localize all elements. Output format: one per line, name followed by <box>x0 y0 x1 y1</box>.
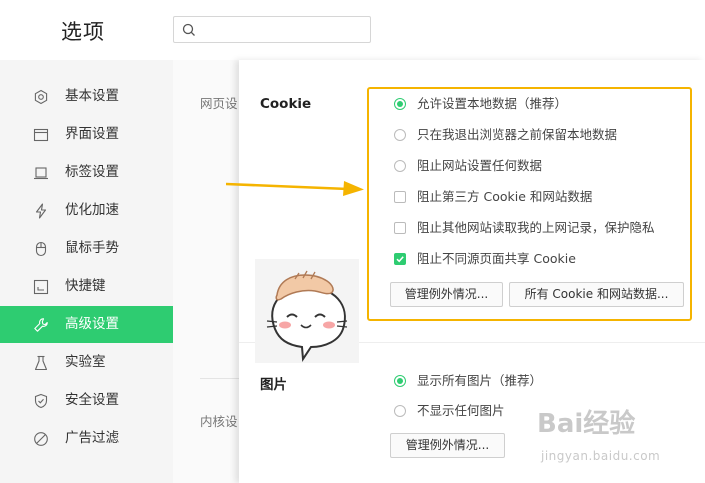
tab-icon <box>34 167 48 180</box>
cookie-section-title: Cookie <box>260 96 312 112</box>
sidebar-item-basic[interactable]: 基本设置 <box>0 78 173 115</box>
section-column: 网页设 内核设 <box>173 60 239 483</box>
sidebar-item-optimize[interactable]: 优化加速 <box>0 192 173 229</box>
sidebar-item-advanced[interactable]: 高级设置 <box>0 306 173 343</box>
radio-button[interactable] <box>394 375 406 387</box>
search-box[interactable] <box>173 16 371 43</box>
radio-button[interactable] <box>394 405 406 417</box>
option-label: 显示所有图片（推荐） <box>417 373 543 388</box>
sidebar-item-label: 广告过滤 <box>65 430 119 446</box>
sidebar: 基本设置 界面设置 标签设置 优化加速 鼠标手势 快捷键 高级设置 实验室 安全… <box>0 60 173 483</box>
watermark-brand: Bai经验 <box>537 403 635 440</box>
search-icon <box>182 23 195 36</box>
images-manage-exceptions-button[interactable]: 管理例外情况... <box>390 433 505 458</box>
gear-icon <box>34 89 48 105</box>
wrench-icon <box>34 318 48 332</box>
watermark-url: jingyan.baidu.com <box>541 449 661 463</box>
sidebar-item-lab[interactable]: 实验室 <box>0 344 173 381</box>
watermark: Bai经验 jingyan.baidu.com <box>537 403 697 473</box>
sidebar-item-tabs[interactable]: 标签设置 <box>0 154 173 191</box>
watermark-brand-text: Bai经验 <box>537 409 636 439</box>
sidebar-item-label: 标签设置 <box>65 164 119 180</box>
sidebar-item-label: 安全设置 <box>65 392 119 408</box>
header: 选项 <box>0 0 705 60</box>
divider <box>200 378 239 379</box>
mouse-icon <box>35 241 47 257</box>
sidebar-item-security[interactable]: 安全设置 <box>0 382 173 419</box>
sidebar-item-label: 界面设置 <box>65 126 119 142</box>
block-icon <box>34 432 48 446</box>
cat-sticker-icon <box>255 259 359 363</box>
window-icon <box>33 128 49 142</box>
sidebar-item-adblock[interactable]: 广告过滤 <box>0 420 173 457</box>
sidebar-item-label: 鼠标手势 <box>65 240 119 256</box>
sidebar-item-label: 优化加速 <box>65 202 119 218</box>
section-label-web: 网页设 <box>200 96 238 111</box>
flask-icon <box>34 355 48 371</box>
sidebar-item-interface[interactable]: 界面设置 <box>0 116 173 153</box>
sidebar-item-gestures[interactable]: 鼠标手势 <box>0 230 173 267</box>
arrow-right-icon <box>226 181 364 196</box>
page-title: 选项 <box>61 20 105 44</box>
keyboard-icon <box>33 279 49 295</box>
sidebar-item-label: 基本设置 <box>65 88 119 104</box>
sidebar-item-label: 高级设置 <box>65 316 119 332</box>
images-section-title: 图片 <box>260 377 287 393</box>
sidebar-item-label: 快捷键 <box>65 278 106 294</box>
sidebar-item-shortcuts[interactable]: 快捷键 <box>0 268 173 305</box>
search-input[interactable] <box>202 20 366 41</box>
highlight-box <box>367 87 692 321</box>
section-label-kernel: 内核设 <box>200 414 238 429</box>
sidebar-item-label: 实验室 <box>65 354 106 370</box>
shield-icon <box>34 393 48 409</box>
lightning-icon <box>35 203 47 219</box>
option-label: 不显示任何图片 <box>417 403 505 418</box>
